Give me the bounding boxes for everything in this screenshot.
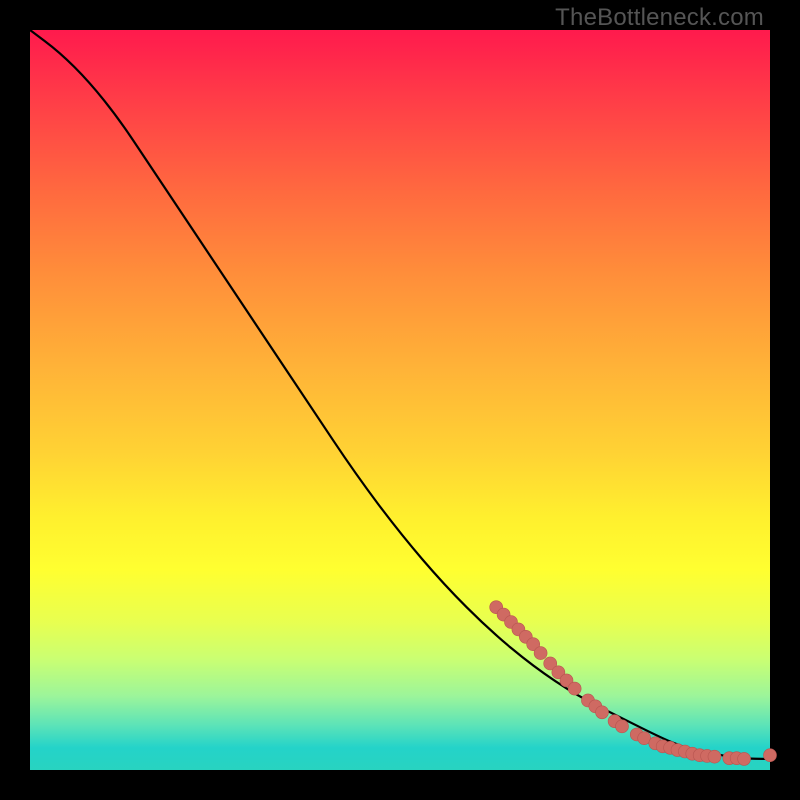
data-point [738,752,751,765]
curve-line [30,30,770,759]
data-point [764,749,777,762]
watermark-text: TheBottleneck.com [555,4,764,32]
data-point [534,647,547,660]
chart-area [30,30,770,770]
data-point [708,750,721,763]
chart-svg [30,30,770,770]
data-point [616,720,629,733]
data-markers [490,601,777,766]
data-point [596,706,609,719]
data-point [568,682,581,695]
